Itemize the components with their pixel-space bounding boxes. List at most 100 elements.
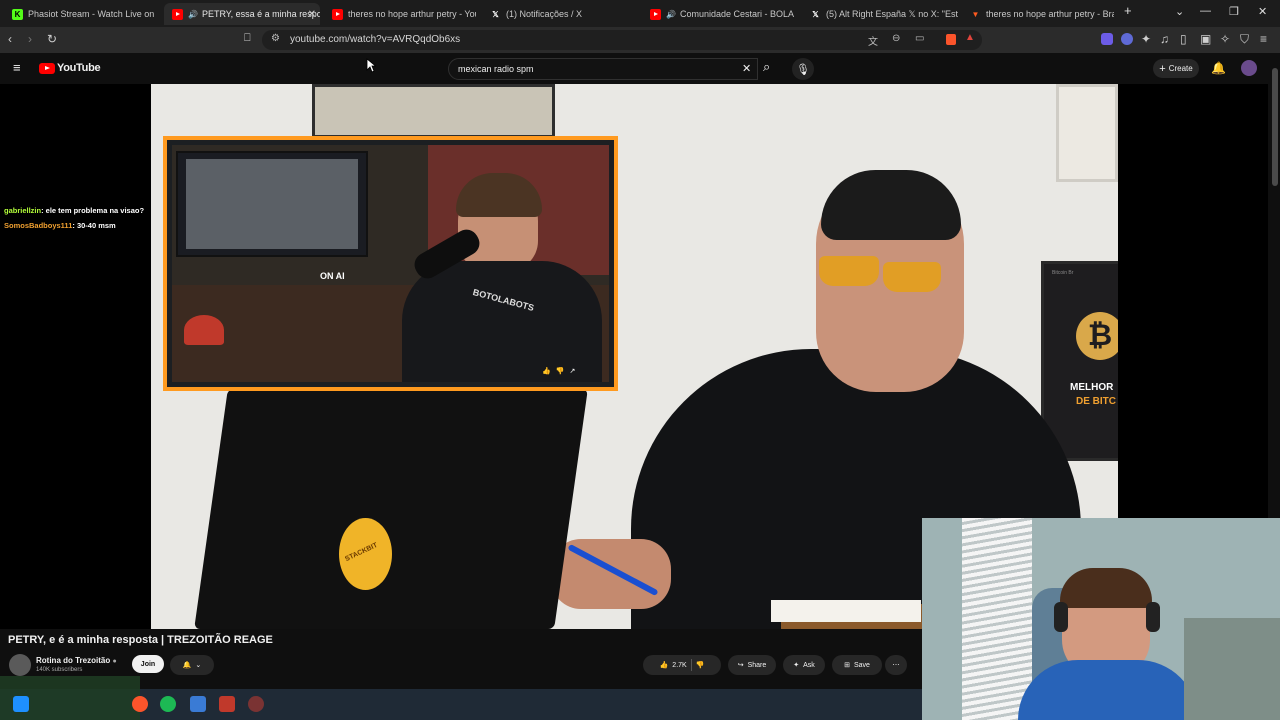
mushroom-decoration — [184, 315, 224, 345]
address-bar[interactable]: ⚙ youtube.com/watch?v=AVRQqdOb6xs 文 ⊖ ▭ … — [262, 30, 982, 50]
join-button[interactable]: Join — [132, 655, 164, 673]
tab-title: (1) Notificações / X — [506, 9, 583, 19]
ask-label: Ask — [803, 661, 815, 669]
divider — [690, 659, 692, 671]
translate-icon[interactable]: 文 — [868, 33, 878, 48]
youtube-logo-text[interactable]: YouTube — [57, 62, 101, 74]
brave-icon: ▼ — [971, 9, 980, 19]
like-icon: 👍 — [542, 368, 551, 375]
chat-user: SomosBadboys111 — [4, 221, 73, 230]
windows-start-icon[interactable] — [13, 696, 29, 712]
channel-avatar[interactable] — [9, 654, 31, 676]
like-count: 2.7K — [672, 661, 687, 669]
new-tab-icon[interactable]: + — [1124, 3, 1132, 18]
files-taskbar-icon[interactable] — [190, 696, 206, 712]
person-hair — [821, 170, 961, 240]
obs-taskbar-icon[interactable] — [248, 696, 264, 712]
spotify-taskbar-icon[interactable] — [160, 696, 176, 712]
speaker-icon[interactable]: 🔊 — [666, 10, 676, 19]
search-icon[interactable]: ⌕ — [763, 59, 770, 75]
wall-poster — [312, 84, 555, 138]
scrollbar-thumb[interactable] — [1272, 68, 1278, 186]
tab-kick-stream[interactable]: K Phasiot Stream - Watch Live on — [4, 3, 164, 25]
wall-frame — [1056, 84, 1118, 182]
streamer-hair — [1060, 568, 1152, 608]
save-label: Save — [853, 661, 870, 669]
bookmark-icon[interactable]: ⎕ — [244, 32, 251, 45]
more-actions-button[interactable]: ⋯ — [885, 655, 907, 675]
browser-toolbar: ‹ › ↻ ⎕ ⚙ youtube.com/watch?v=AVRQqdOb6x… — [0, 27, 1280, 53]
extensions-icon[interactable]: ✦ — [1141, 32, 1151, 46]
media-icon[interactable]: ♫ — [1160, 32, 1169, 46]
restore-icon[interactable]: ❐ — [1229, 5, 1239, 18]
search-input[interactable]: mexican radio spm ✕ — [448, 58, 758, 80]
brave-rewards-icon[interactable]: ▲ — [965, 32, 975, 43]
tab-title: theres no hope arthur petry - Brave — [986, 9, 1114, 19]
youtube-icon — [172, 8, 183, 20]
tab-x-notifications[interactable]: 𝕏 (1) Notificações / X — [482, 3, 642, 25]
clear-search-icon[interactable]: ✕ — [742, 62, 751, 75]
sunglasses-right — [883, 262, 941, 292]
notifications-bell-icon[interactable]: 🔔 — [1211, 61, 1226, 75]
tab-petry-video[interactable]: 🔊 PETRY, essa é a minha respo ✕ — [164, 3, 320, 25]
channel-name-text[interactable]: Rotina do Trezoitão — [36, 656, 110, 665]
zoom-icon[interactable]: ⊖ — [892, 33, 900, 44]
like-dislike-group: 👍 2.7K 👎 — [643, 655, 721, 675]
save-button[interactable]: ⊞ Save — [832, 655, 882, 675]
close-window-icon[interactable]: ✕ — [1258, 5, 1267, 18]
like-icon: 👍 — [659, 662, 669, 669]
tab-title: theres no hope arthur petry - YouT — [348, 9, 476, 19]
ai-icon[interactable]: ✧ — [1220, 32, 1230, 46]
brave-vpn-icon[interactable]: ⛉ — [1240, 32, 1249, 47]
subscriber-count: 140K subscribers — [36, 667, 83, 673]
streamer-webcam — [922, 518, 1280, 720]
subscribe-notification-button[interactable]: 🔔 ⌄ — [170, 655, 214, 675]
host-sweater — [402, 261, 602, 382]
wallet-icon[interactable]: ▣ — [1200, 32, 1211, 46]
menu-icon[interactable]: ≡ — [1260, 32, 1267, 46]
account-avatar[interactable] — [1241, 60, 1257, 76]
reload-icon[interactable]: ↻ — [47, 32, 57, 46]
back-icon[interactable]: ‹ — [8, 32, 12, 46]
site-info-icon[interactable]: ⚙ — [271, 33, 280, 44]
dislike-icon: 👎 — [555, 368, 565, 375]
monitor-screen — [186, 159, 358, 249]
youtube-logo-icon[interactable] — [39, 63, 55, 74]
sidebar-icon[interactable]: ▯ — [1180, 32, 1187, 46]
x-icon: 𝕏 — [812, 9, 819, 19]
dislike-button[interactable]: 👎 — [696, 661, 705, 669]
streamer-shirt — [1018, 660, 1198, 720]
tab-list-icon[interactable]: ⌄ — [1175, 5, 1184, 18]
minimize-icon[interactable]: — — [1200, 5, 1211, 17]
channel-name[interactable]: Rotina do Trezoitão ● — [36, 656, 117, 665]
more-icon: ⋯ — [892, 662, 900, 669]
youtube-icon — [650, 8, 661, 20]
url-text[interactable]: youtube.com/watch?v=AVRQqdOb6xs — [290, 34, 460, 45]
brave-taskbar-icon[interactable] — [132, 696, 148, 712]
share-button[interactable]: ↪ Share — [728, 655, 776, 675]
like-button[interactable]: 👍 2.7K — [659, 661, 687, 670]
share-label: Share — [747, 661, 767, 669]
app-taskbar-icon[interactable] — [219, 696, 235, 712]
extension-leo-icon[interactable] — [1101, 33, 1113, 45]
brave-shields-icon[interactable] — [946, 34, 956, 45]
hamburger-menu-icon[interactable]: ≡ — [13, 60, 21, 75]
ask-button[interactable]: ✦ Ask — [783, 655, 825, 675]
dislike-icon: 👎 — [695, 662, 705, 669]
tab-brave-search[interactable]: ▼ theres no hope arthur petry - Brave — [962, 3, 1114, 25]
voice-search-icon[interactable]: 🎙 — [792, 58, 814, 80]
create-button[interactable]: + Create — [1153, 59, 1199, 78]
forward-icon[interactable]: › — [28, 32, 32, 46]
tab-comunidade-cestari[interactable]: 🔊 Comunidade Cestari - BOLADÃO — [642, 3, 794, 25]
close-tab-icon[interactable]: ✕ — [308, 9, 316, 20]
search-query[interactable]: mexican radio spm — [458, 64, 534, 74]
extension-vpn-icon[interactable] — [1121, 33, 1133, 45]
reaction-video: BOTOLABOTS ON AI 👍 👎 ↗ — [172, 145, 609, 382]
cast-icon[interactable]: ▭ — [915, 33, 924, 44]
chat-overlay-area — [0, 84, 151, 629]
tab-youtube-search[interactable]: theres no hope arthur petry - YouT — [324, 3, 476, 25]
create-label: Create — [1168, 64, 1193, 73]
speaker-icon[interactable]: 🔊 — [188, 10, 198, 19]
save-icon: ⊞ — [844, 662, 850, 669]
tab-x-alt-right[interactable]: 𝕏 (5) Alt Right España 𝕏 no X: "Esto h — [802, 3, 958, 25]
